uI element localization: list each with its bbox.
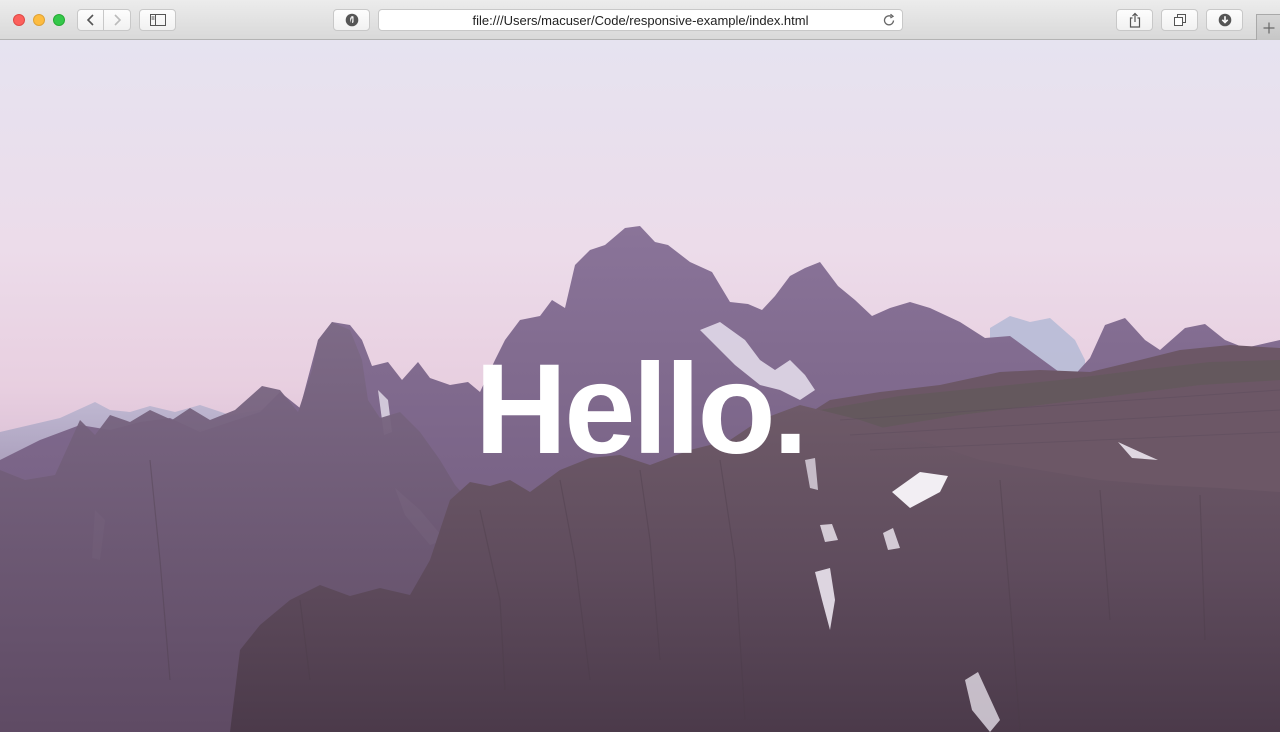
browser-toolbar: file:///Users/macuser/Code/responsive-ex…	[0, 0, 1280, 40]
extension-button[interactable]	[333, 9, 370, 31]
hero-title: Hello.	[474, 338, 809, 481]
chevron-right-icon	[114, 14, 122, 26]
share-icon	[1129, 12, 1140, 28]
page-content: Hello.	[0, 40, 1280, 732]
sidebar-button[interactable]	[139, 9, 176, 31]
tabs-overview-icon	[1173, 14, 1186, 26]
plus-icon	[1263, 22, 1274, 33]
new-tab-button[interactable]	[1256, 14, 1280, 40]
chevron-left-icon	[86, 14, 94, 26]
download-icon	[1218, 13, 1231, 27]
address-text: file:///Users/macuser/Code/responsive-ex…	[472, 13, 809, 28]
share-button[interactable]	[1116, 9, 1153, 31]
downloads-button[interactable]	[1206, 9, 1243, 31]
browser-window: file:///Users/macuser/Code/responsive-ex…	[0, 0, 1280, 732]
close-window-button[interactable]	[13, 14, 25, 26]
forward-button[interactable]	[103, 9, 131, 31]
sidebar-icon	[149, 14, 166, 26]
zoom-window-button[interactable]	[53, 14, 65, 26]
reload-icon[interactable]	[883, 13, 896, 27]
tabs-overview-button[interactable]	[1161, 9, 1198, 31]
address-bar[interactable]: file:///Users/macuser/Code/responsive-ex…	[378, 9, 903, 31]
back-button[interactable]	[77, 9, 104, 31]
minimize-window-button[interactable]	[33, 14, 45, 26]
extension-icon	[345, 13, 358, 27]
